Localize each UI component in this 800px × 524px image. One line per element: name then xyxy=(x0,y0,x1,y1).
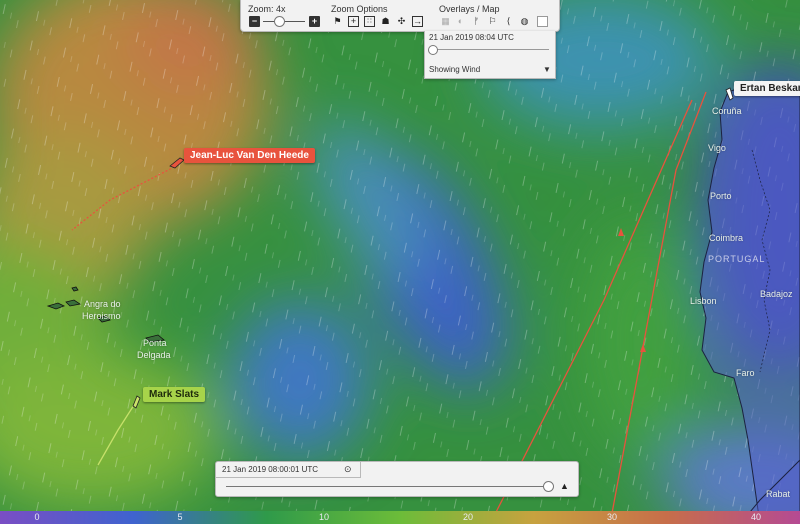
day-night-icon[interactable]: ◐ xyxy=(455,16,466,27)
map-square-icon[interactable] xyxy=(537,16,548,27)
wind-speed-legend: 0 5 10 20 30 40 xyxy=(0,511,800,524)
place-faro: Faro xyxy=(736,368,755,378)
boat-label-van-den-heede[interactable]: Jean-Luc Van Den Heede xyxy=(184,148,315,163)
legend-tick-label: 20 xyxy=(462,512,474,522)
place-vigo: Vigo xyxy=(708,143,726,153)
time-slider-knob[interactable] xyxy=(543,481,554,492)
legend-tick-label: 10 xyxy=(318,512,330,522)
country-portugal: PORTUGAL xyxy=(708,254,766,264)
place-ponta-line2: Delgada xyxy=(137,350,171,360)
boat-label-slats[interactable]: Mark Slats xyxy=(143,387,206,402)
wind-flag-icon[interactable]: ᚠ xyxy=(471,16,482,27)
place-coimbra: Coimbra xyxy=(709,233,744,243)
overlay-panel: 21 Jan 2019 08:04 UTC Showing Wind ▼ xyxy=(424,31,556,79)
map-toolbar: Zoom: 4x Zoom Options Overlays / Map − +… xyxy=(240,0,560,32)
place-porto: Porto xyxy=(710,191,732,201)
time-slider-panel: 21 Jan 2019 08:00:01 UTC ⊙ ▲ xyxy=(215,461,579,497)
place-badajoz: Badajoz xyxy=(760,289,793,299)
place-coruna: Coruña xyxy=(712,106,742,116)
zoom-options-label: Zoom Options xyxy=(331,4,388,14)
place-angra-line1: Angra do xyxy=(84,299,121,309)
boat-label-beskan[interactable]: Ertan Beskan xyxy=(734,81,800,96)
legend-tick-label: 40 xyxy=(750,512,762,522)
clock-icon[interactable]: ⊙ xyxy=(344,464,352,475)
zoom-plus-icon[interactable]: + xyxy=(348,16,359,27)
overlay-date: 21 Jan 2019 08:04 UTC xyxy=(429,33,514,42)
globe-icon[interactable]: ◍ xyxy=(519,16,530,27)
overlay-mode-label: Showing Wind xyxy=(429,65,481,74)
overlay-dropdown-icon[interactable]: ▼ xyxy=(543,65,551,74)
legend-tick-label: 30 xyxy=(606,512,618,522)
legend-tick-label: 0 xyxy=(34,512,40,522)
zoom-slider-knob[interactable] xyxy=(274,16,285,27)
zoom-region-icon[interactable]: → xyxy=(412,16,423,27)
time-tab: 21 Jan 2019 08:00:01 UTC ⊙ xyxy=(216,462,361,478)
flag-icon[interactable]: ⚑ xyxy=(332,16,343,27)
time-slider-track[interactable] xyxy=(226,486,552,487)
place-ponta-line1: Ponta xyxy=(143,338,167,348)
fit-all-icon[interactable]: ✣ xyxy=(396,16,407,27)
overlay-slider-knob[interactable] xyxy=(428,45,438,55)
zoom-in-button[interactable]: + xyxy=(309,16,320,27)
overlays-map-label: Overlays / Map xyxy=(439,4,500,14)
pennant-icon[interactable]: ⚐ xyxy=(487,16,498,27)
legend-tick-label: 5 xyxy=(177,512,183,522)
wind-map[interactable] xyxy=(0,0,800,524)
overlay-slider-track[interactable] xyxy=(431,49,549,50)
share-icon[interactable]: ⟨ xyxy=(503,16,514,27)
zoom-out-button[interactable]: − xyxy=(249,16,260,27)
place-lisbon: Lisbon xyxy=(690,296,717,306)
zoom-fleet-icon[interactable]: ∷ xyxy=(364,16,375,27)
zoom-label: Zoom: 4x xyxy=(248,4,286,14)
place-rabat: Rabat xyxy=(766,489,791,499)
time-label: 21 Jan 2019 08:00:01 UTC xyxy=(222,465,319,474)
play-icon[interactable]: ▲ xyxy=(560,481,569,491)
group-icon[interactable]: ☗ xyxy=(380,16,391,27)
place-angra-line2: Heroismo xyxy=(82,311,121,321)
grid-icon[interactable]: ▦ xyxy=(440,16,451,27)
